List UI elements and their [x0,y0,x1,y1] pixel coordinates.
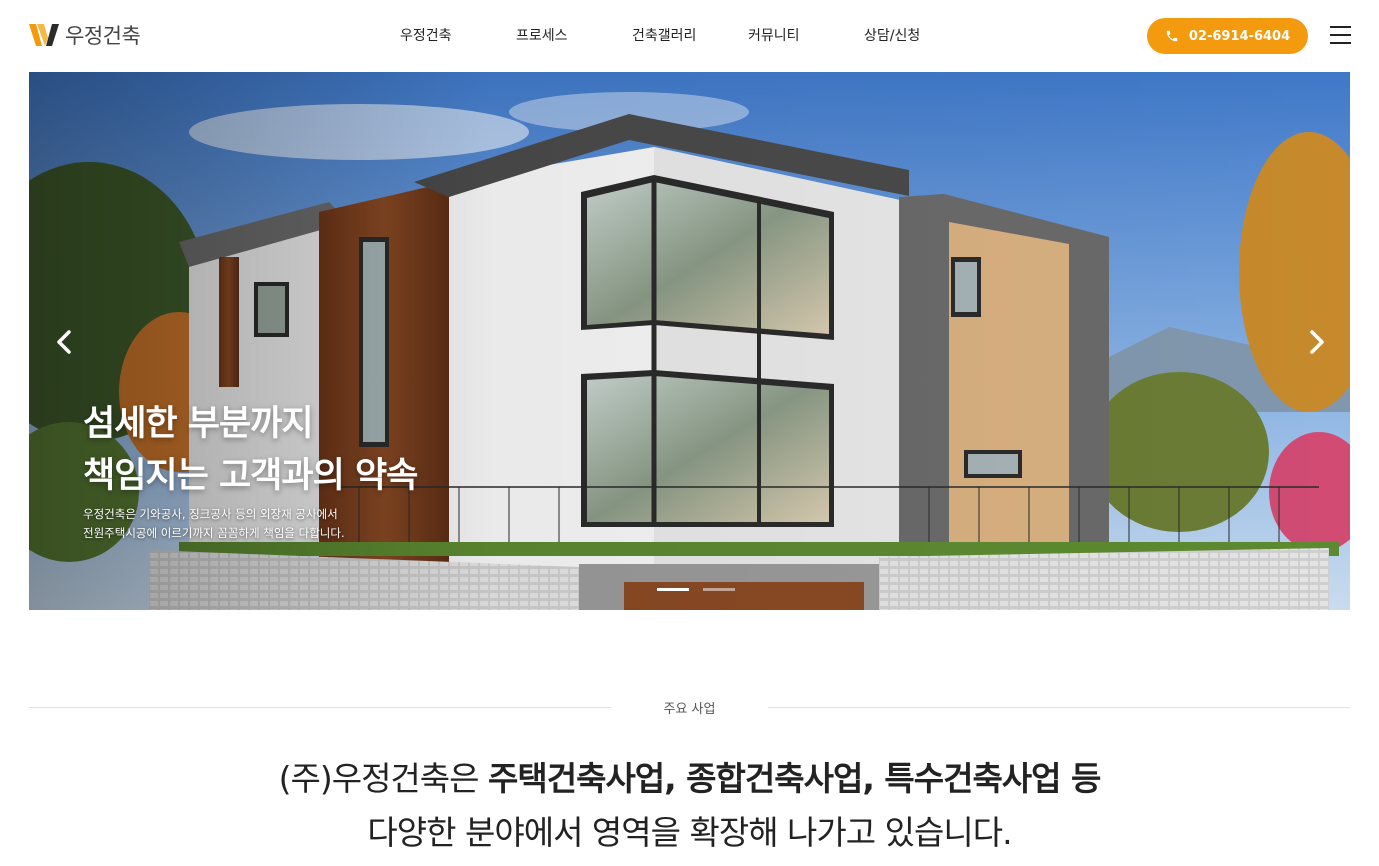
intro-highlight: 주택건축사업, 종합건축사업, 특수건축사업 등 [488,759,1101,798]
nav-item-consult[interactable]: 상담/신청 [864,25,920,45]
nav-item-process[interactable]: 프로세스 [516,25,568,45]
phone-number: 02-6914-6404 [1188,28,1291,44]
hero-slider: 섬세한 부분까지 책임지는 고객과의 약속 우정건축은 기와공사, 징크공사 등… [29,72,1350,610]
chevron-right-icon[interactable] [1302,322,1332,362]
site-header: 우정건축 우정건축 프로세스 건축갤러리 커뮤니티 상담/신청 02-6914-… [0,0,1379,72]
section-label: 주요 사업 [663,702,716,717]
hero-headline: 섬세한 부분까지 책임지는 고객과의 약속 [83,398,418,502]
slider-dot-1[interactable] [657,588,689,591]
hero-headline-line1: 섬세한 부분까지 [83,404,314,444]
nav-item-about[interactable]: 우정건축 [400,25,452,45]
hero-description-line2: 전원주택시공에 이르기까지 꼼꼼하게 책임을 다합니다. [83,526,345,540]
hamburger-menu-icon[interactable] [1330,26,1351,44]
hero-description-line1: 우정건축은 기와공사, 징크공사 등의 외장재 공사에서 [83,507,338,521]
slider-dot-2[interactable] [703,588,735,591]
intro-prefix: (주)우정건축은 [278,759,488,798]
phone-call-button[interactable]: 02-6914-6404 [1147,18,1308,54]
phone-icon [1166,30,1178,42]
chevron-left-icon[interactable] [49,322,79,362]
intro-line1: (주)우정건축은 주택건축사업, 종합건축사업, 특수건축사업 등 [0,752,1379,806]
nav-item-community[interactable]: 커뮤니티 [748,25,800,45]
hero-headline-line2: 책임지는 고객과의 약속 [83,456,418,496]
nav-item-gallery[interactable]: 건축갤러리 [632,25,696,45]
slider-pagination [657,588,735,591]
business-intro: (주)우정건축은 주택건축사업, 종합건축사업, 특수건축사업 등 다양한 분야… [0,752,1379,860]
hero-description: 우정건축은 기와공사, 징크공사 등의 외장재 공사에서 전원주택시공에 이르기… [83,505,345,543]
intro-line2: 다양한 분야에서 영역을 확장해 나가고 있습니다. [367,813,1012,852]
section-header: 주요 사업 [29,697,1350,717]
